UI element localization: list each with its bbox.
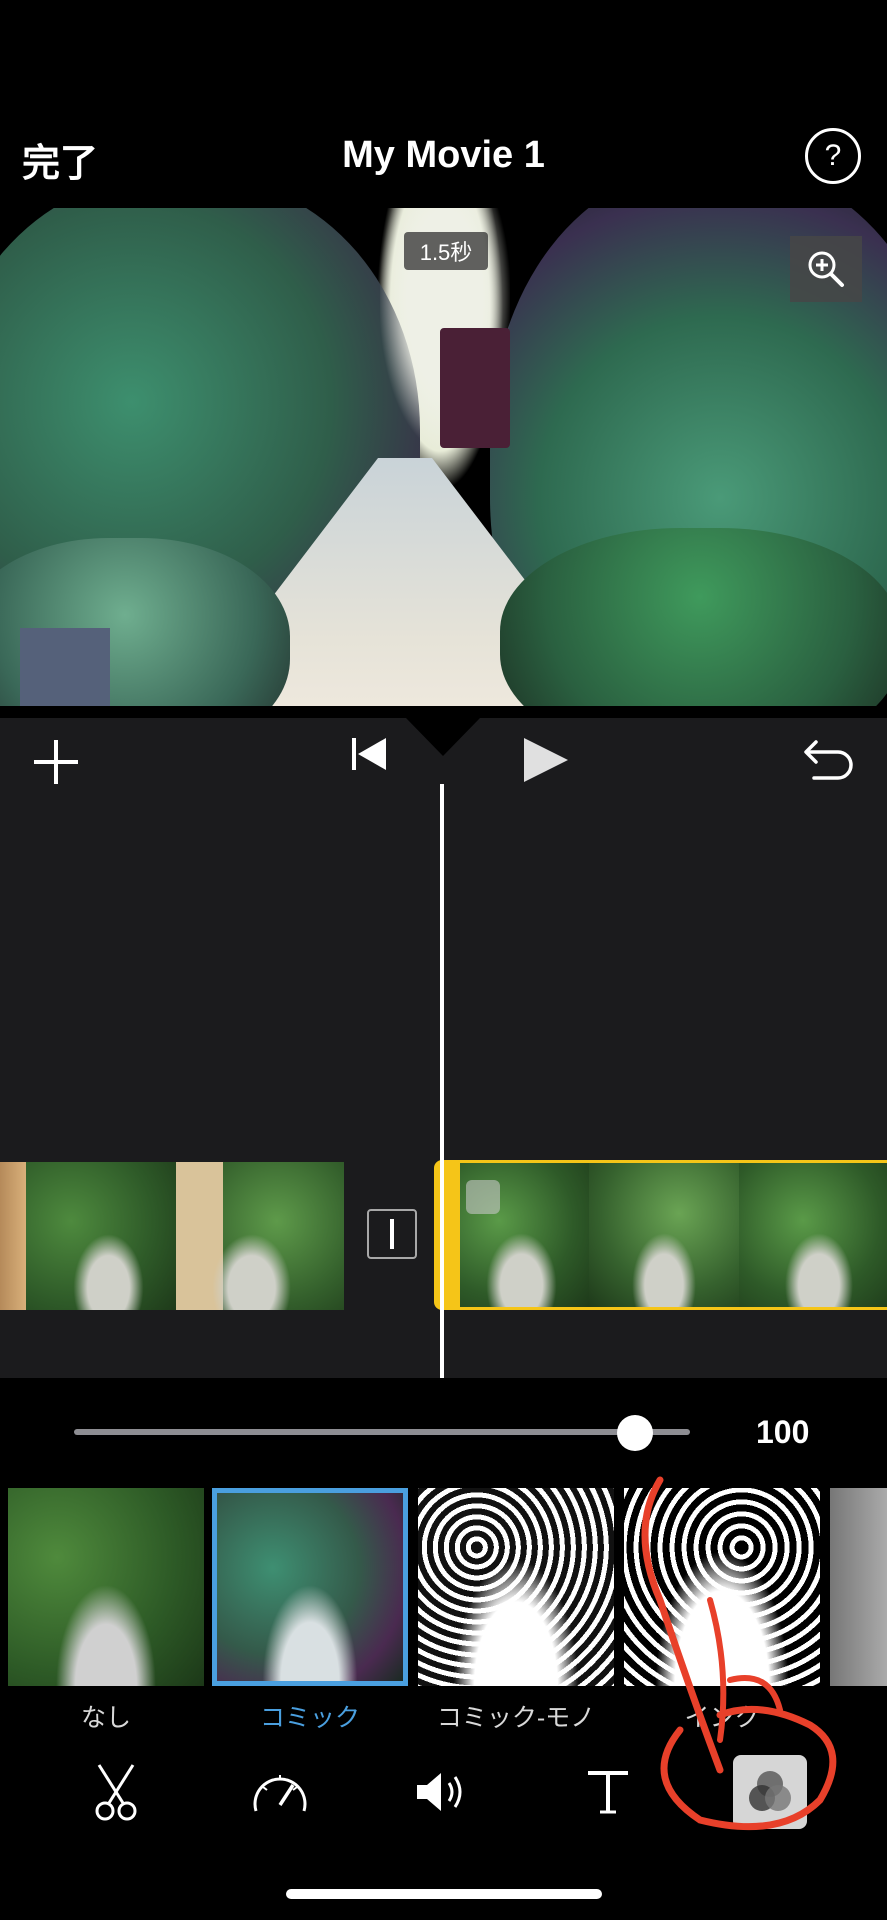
clip-previous[interactable] bbox=[0, 1162, 344, 1310]
scissors-icon bbox=[95, 1764, 137, 1821]
transition-button[interactable] bbox=[367, 1209, 417, 1259]
help-icon: ? bbox=[824, 139, 842, 172]
help-button[interactable]: ? bbox=[805, 128, 861, 184]
zoom-button[interactable] bbox=[790, 236, 862, 302]
clip-selected[interactable] bbox=[436, 1160, 887, 1310]
slider-value: 100 bbox=[756, 1414, 810, 1450]
filter-label: コミック bbox=[259, 1704, 360, 1732]
add-media-button[interactable] bbox=[32, 738, 80, 786]
playhead-line bbox=[440, 784, 444, 1378]
filter-intensity-slider[interactable] bbox=[74, 1429, 690, 1435]
clip-duration-badge: 1.5秒 bbox=[404, 232, 488, 270]
speed-tool-button[interactable] bbox=[245, 1762, 315, 1822]
transition-icon bbox=[390, 1219, 394, 1249]
volume-icon bbox=[417, 1773, 462, 1811]
filter-comic-mono[interactable] bbox=[418, 1488, 614, 1686]
zoom-in-icon bbox=[808, 251, 844, 287]
speed-gauge-icon bbox=[253, 1775, 307, 1812]
play-button[interactable] bbox=[522, 736, 570, 784]
filter-label: なし bbox=[80, 1704, 131, 1732]
filter-comic[interactable] bbox=[212, 1488, 408, 1686]
clip-trim-handle[interactable] bbox=[434, 1160, 460, 1310]
filter-applied-icon bbox=[466, 1180, 500, 1214]
filter-label: コミック-モノ bbox=[436, 1704, 596, 1732]
playhead-marker bbox=[406, 718, 480, 756]
volume-tool-button[interactable] bbox=[407, 1762, 477, 1822]
project-title: My Movie 1 bbox=[342, 134, 545, 176]
undo-button[interactable] bbox=[802, 734, 856, 782]
split-tool-button[interactable] bbox=[81, 1762, 151, 1822]
skip-to-start-button[interactable] bbox=[350, 734, 390, 774]
home-indicator[interactable] bbox=[286, 1889, 602, 1899]
filter-none[interactable] bbox=[8, 1488, 204, 1686]
video-preview[interactable] bbox=[0, 208, 887, 706]
annotation-arrow bbox=[641, 1476, 837, 1831]
slider-knob[interactable] bbox=[616, 1415, 653, 1451]
